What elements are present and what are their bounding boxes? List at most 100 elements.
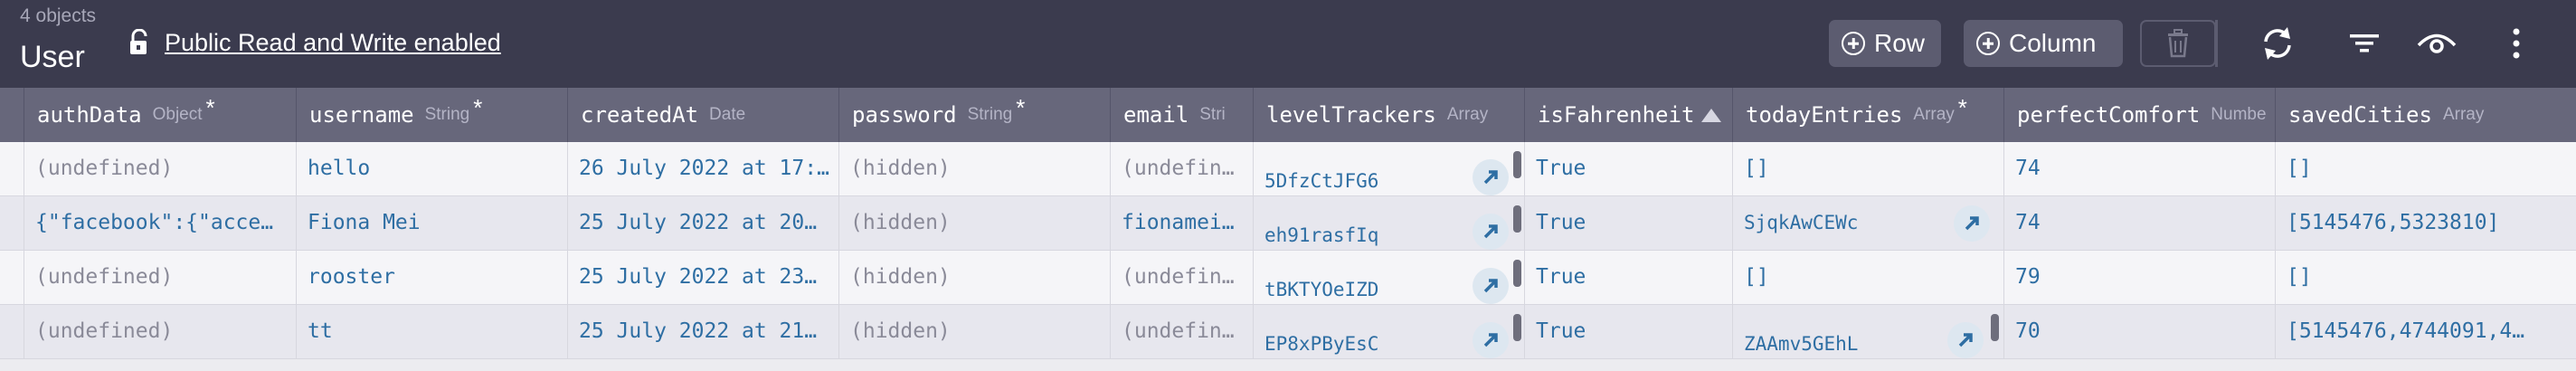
column-type: Object <box>152 105 203 124</box>
open-pointer-icon[interactable] <box>1473 159 1509 195</box>
add-row-button[interactable]: Row <box>1829 20 1941 67</box>
column-name: perfectComfort <box>2017 102 2201 128</box>
cell-authdata[interactable]: (undefined) <box>24 305 297 358</box>
required-marker: * <box>473 93 483 121</box>
column-name: email <box>1123 102 1189 128</box>
cell-username[interactable]: rooster <box>297 251 568 304</box>
cell-savedcities[interactable]: [] <box>2276 142 2576 195</box>
column-type: Stri <box>1199 105 1226 124</box>
column-header-isfahrenheit[interactable]: isFahrenheit <box>1525 88 1733 142</box>
column-name: isFahrenheit <box>1538 102 1695 128</box>
cell-todayentries[interactable]: [] <box>1733 251 2004 304</box>
open-pointer-icon[interactable] <box>1954 205 1990 242</box>
cell-createdat[interactable]: 25 July 2022 at 20… <box>568 196 839 250</box>
column-header-authdata[interactable]: authData Object * <box>24 88 297 142</box>
column-name: todayEntries <box>1746 102 1903 128</box>
column-header-todayentries[interactable]: todayEntries Array * <box>1733 88 2004 142</box>
eye-icon[interactable] <box>2413 20 2460 67</box>
cell-createdat[interactable]: 26 July 2022 at 17:… <box>568 142 839 195</box>
cell-perfectcomfort[interactable]: 79 <box>2004 251 2276 304</box>
row-selector[interactable] <box>0 196 24 250</box>
permission-link[interactable]: Public Read and Write enabled <box>165 29 501 57</box>
column-header-savedcities[interactable]: savedCities Array <box>2276 88 2576 142</box>
cell-createdat[interactable]: 25 July 2022 at 23… <box>568 251 839 304</box>
refresh-icon[interactable] <box>2254 20 2301 67</box>
trash-icon <box>2168 29 2188 58</box>
required-marker: * <box>205 93 215 121</box>
open-pointer-icon[interactable] <box>1473 322 1509 358</box>
cell-authdata[interactable]: (undefined) <box>24 142 297 195</box>
cell-username[interactable]: tt <box>297 305 568 358</box>
add-column-button[interactable]: Column <box>1964 20 2123 67</box>
row-selector[interactable] <box>0 142 24 195</box>
filter-icon[interactable] <box>2341 20 2388 67</box>
row-selector[interactable] <box>0 305 24 358</box>
unlock-icon[interactable] <box>128 28 152 56</box>
table-row: (undefined) rooster 25 July 2022 at 23… … <box>0 251 2576 305</box>
column-header-password[interactable]: password String * <box>839 88 1111 142</box>
column-header-createdat[interactable]: createdAt Date <box>568 88 839 142</box>
toolbar: 4 objects User Public Read and Write ena… <box>0 0 2576 88</box>
row-selector[interactable] <box>0 251 24 304</box>
column-header-username[interactable]: username String * <box>297 88 568 142</box>
cell-isfahrenheit[interactable]: True <box>1525 305 1733 358</box>
add-row-label: Row <box>1874 29 1926 57</box>
cell-savedcities[interactable]: [] <box>2276 251 2576 304</box>
cell-password[interactable]: (hidden) <box>839 251 1111 304</box>
cell-authdata[interactable]: (undefined) <box>24 251 297 304</box>
toolbar-divider <box>2215 20 2218 67</box>
class-name: User <box>20 40 85 74</box>
cell-savedcities[interactable]: [5145476,5323810] <box>2276 196 2576 250</box>
open-pointer-icon[interactable] <box>1473 214 1509 250</box>
cell-authdata[interactable]: {"facebook":{"acce… <box>24 196 297 250</box>
drag-handle[interactable] <box>1513 260 1521 287</box>
table-row: (undefined) hello 26 July 2022 at 17:… (… <box>0 142 2576 196</box>
column-type: String <box>424 105 470 124</box>
select-all-header[interactable] <box>0 88 24 142</box>
add-column-label: Column <box>2009 29 2097 57</box>
column-header-email[interactable]: email Stri <box>1111 88 1254 142</box>
cell-email[interactable]: (undefin… <box>1111 251 1254 304</box>
cell-perfectcomfort[interactable]: 70 <box>2004 305 2276 358</box>
column-header-perfectcomfort[interactable]: perfectComfort Numbe <box>2004 88 2276 142</box>
cell-perfectcomfort[interactable]: 74 <box>2004 196 2276 250</box>
cell-email[interactable]: (undefin… <box>1111 142 1254 195</box>
cell-perfectcomfort[interactable]: 74 <box>2004 142 2276 195</box>
cell-todayentries[interactable]: [] <box>1733 142 2004 195</box>
column-name: authData <box>37 102 142 128</box>
cell-isfahrenheit[interactable]: True <box>1525 251 1733 304</box>
cell-isfahrenheit[interactable]: True <box>1525 142 1733 195</box>
column-name: password <box>852 102 957 128</box>
cell-username[interactable]: hello <box>297 142 568 195</box>
column-type: Date <box>709 105 746 124</box>
cell-email[interactable]: (undefin… <box>1111 305 1254 358</box>
drag-handle[interactable] <box>1513 151 1521 178</box>
cell-savedcities[interactable]: [5145476,4744091,4… <box>2276 305 2576 358</box>
column-type: Array <box>1913 105 1955 124</box>
column-name: createdAt <box>581 102 699 128</box>
table-row: {"facebook":{"acce… Fiona Mei 25 July 20… <box>0 196 2576 251</box>
delete-button[interactable] <box>2140 20 2216 67</box>
open-pointer-icon[interactable] <box>1947 322 1984 358</box>
cell-isfahrenheit[interactable]: True <box>1525 196 1733 250</box>
cell-email[interactable]: fionamei… <box>1111 196 1254 250</box>
sort-ascending-icon[interactable] <box>1701 108 1722 122</box>
column-type: Numbe <box>2211 105 2267 124</box>
object-count: 4 objects <box>20 5 97 26</box>
cell-username[interactable]: Fiona Mei <box>297 196 568 250</box>
column-type: Array <box>1446 105 1489 124</box>
cell-password[interactable]: (hidden) <box>839 142 1111 195</box>
column-header-leveltrackers[interactable]: levelTrackers Array <box>1254 88 1525 142</box>
column-name: levelTrackers <box>1266 102 1436 128</box>
drag-handle[interactable] <box>1991 314 1999 341</box>
cell-createdat[interactable]: 25 July 2022 at 21… <box>568 305 839 358</box>
column-name: savedCities <box>2288 102 2432 128</box>
drag-handle[interactable] <box>1513 314 1521 341</box>
cell-password[interactable]: (hidden) <box>839 305 1111 358</box>
cell-password[interactable]: (hidden) <box>839 196 1111 250</box>
open-pointer-icon[interactable] <box>1473 268 1509 304</box>
drag-handle[interactable] <box>1513 205 1521 233</box>
column-type: Array <box>2442 105 2485 124</box>
more-options-icon[interactable] <box>2493 20 2540 67</box>
column-header-row: authData Object * username String * createdA… <box>0 88 2576 142</box>
